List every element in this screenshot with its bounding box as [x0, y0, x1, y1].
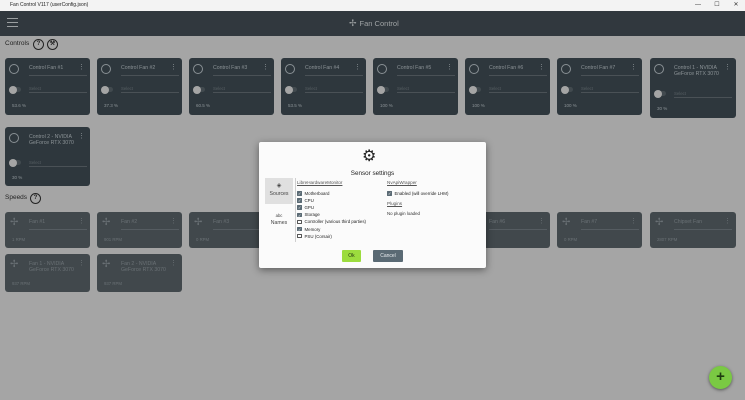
- lhm-option-checkbox[interactable]: Controller (various third parties): [297, 219, 366, 224]
- nvapi-header: NvApiWrapper: [387, 180, 417, 185]
- lhm-option-checkbox[interactable]: ✓ Memory: [297, 227, 320, 232]
- checkbox-box[interactable]: [297, 219, 302, 225]
- checkbox-box[interactable]: ✓: [297, 191, 302, 196]
- checkbox-box[interactable]: ✓: [297, 226, 302, 232]
- lhm-option-checkbox[interactable]: ✓ Motherboard: [297, 191, 329, 196]
- cancel-button[interactable]: Cancel: [373, 250, 403, 262]
- sensor-settings-dialog: ⚙ Sensor settings ◈ Sources abc Names Li…: [259, 142, 486, 268]
- tab-divider: [295, 178, 296, 242]
- lhm-option-checkbox[interactable]: ✓ Storage: [297, 212, 320, 217]
- lhm-option-label: Storage: [304, 212, 320, 218]
- lhm-option-label: Motherboard: [304, 191, 330, 196]
- window-titlebar: Fan Control V117 (userConfig.json) — ☐ ✕: [0, 0, 745, 11]
- tab-sources-label: Sources: [269, 191, 289, 197]
- checkbox-box[interactable]: ✓: [387, 191, 392, 196]
- tab-names[interactable]: abc Names: [265, 212, 293, 226]
- minimize-button[interactable]: —: [688, 0, 708, 11]
- checkbox-box[interactable]: [297, 233, 302, 239]
- nvapi-enabled-checkbox[interactable]: ✓ Enabled (will override LHM): [387, 191, 448, 196]
- abc-icon: abc: [275, 213, 283, 218]
- tab-names-label: Names: [270, 220, 288, 226]
- tab-sources[interactable]: ◈ Sources: [265, 178, 293, 204]
- close-button[interactable]: ✕: [726, 0, 745, 11]
- window-title: Fan Control V117 (userConfig.json): [10, 2, 89, 8]
- lhm-option-checkbox[interactable]: ✓ GPU: [297, 205, 314, 210]
- lhm-option-label: Memory: [304, 226, 321, 232]
- maximize-button[interactable]: ☐: [707, 0, 727, 11]
- add-card-button[interactable]: +: [709, 366, 732, 389]
- plugins-header: Plugins: [387, 201, 403, 206]
- lhm-option-checkbox[interactable]: ✓ CPU: [297, 198, 314, 203]
- lhm-option-label: GPU: [304, 205, 315, 211]
- lhm-option-checkbox[interactable]: PSU (Corsair): [297, 234, 332, 239]
- cube-icon: ◈: [276, 183, 282, 189]
- checkbox-box[interactable]: ✓: [297, 198, 302, 203]
- gear-icon: ⚙: [362, 148, 377, 165]
- lhm-option-label: Controller (various third parties): [304, 219, 367, 225]
- lhm-header: LibreHardwareMonitor: [297, 180, 343, 185]
- plugins-status: No plugin loaded: [387, 211, 420, 216]
- ok-button[interactable]: Ok: [342, 250, 361, 262]
- checkbox-box[interactable]: ✓: [297, 205, 302, 210]
- checkbox-box[interactable]: ✓: [297, 212, 302, 218]
- dialog-title: Sensor settings: [350, 170, 395, 177]
- nvapi-enabled-label: Enabled (will override LHM): [394, 191, 449, 196]
- lhm-option-label: PSU (Corsair): [304, 233, 332, 239]
- lhm-option-label: CPU: [304, 198, 314, 204]
